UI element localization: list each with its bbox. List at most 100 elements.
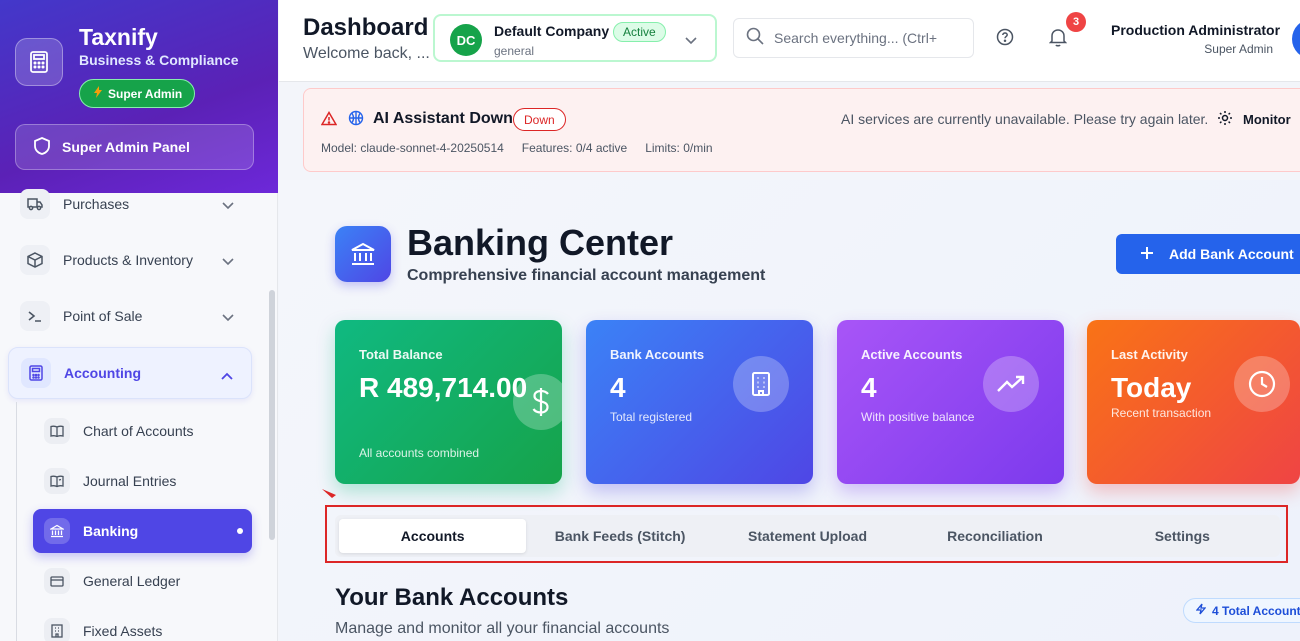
alert-meta: Model: claude-sonnet-4-20250514 Features…: [321, 141, 713, 155]
super-admin-panel-label: Super Admin Panel: [62, 139, 190, 155]
bell-icon[interactable]: [1048, 27, 1068, 52]
dollar-icon: [513, 374, 562, 430]
search-input[interactable]: [774, 30, 964, 46]
warning-icon: [320, 111, 338, 131]
section-title: Your Bank Accounts: [335, 584, 569, 611]
sub-item-label: General Ledger: [83, 573, 181, 589]
chevron-down-icon: [222, 253, 234, 269]
sub-item-label: Fixed Assets: [83, 623, 163, 639]
chevron-down-icon: [685, 32, 697, 50]
welcome-text: Welcome back, ...: [303, 45, 430, 62]
total-accounts-badge: 4 Total Accounts: [1183, 598, 1300, 623]
tab-accounts[interactable]: Accounts: [339, 519, 527, 553]
bolt-icon: [1195, 603, 1207, 618]
sidebar-item-journal-entries[interactable]: Journal Entries: [33, 460, 252, 502]
sidebar-item-label: Accounting: [64, 365, 141, 381]
alert-title: AI Assistant Down: [373, 110, 513, 127]
alert-limits: Limits: 0/min: [645, 141, 713, 155]
sidebar-item-fixed-assets[interactable]: Fixed Assets: [33, 610, 252, 641]
tab-reconciliation[interactable]: Reconciliation: [901, 519, 1088, 553]
user-name[interactable]: Production Administrator: [1111, 22, 1280, 38]
ledger-icon: [44, 568, 70, 594]
company-switcher[interactable]: DC Default Company Active general: [433, 14, 717, 62]
alert-model: Model: claude-sonnet-4-20250514: [321, 141, 504, 155]
banking-tabs: Accounts Bank Feeds (Stitch) Statement U…: [335, 515, 1280, 557]
trending-up-icon: [983, 356, 1039, 412]
sidebar-item-chart-of-accounts[interactable]: Chart of Accounts: [33, 410, 252, 452]
stat-card-total-balance: Total Balance R 489,714.00 All accounts …: [335, 320, 562, 484]
monitor-label: Monitor: [1243, 112, 1291, 127]
avatar[interactable]: [1292, 19, 1300, 59]
active-indicator: [237, 528, 243, 534]
shield-icon: [34, 136, 50, 158]
help-icon[interactable]: [996, 28, 1014, 51]
stat-value: 4: [610, 372, 626, 403]
sidebar-item-label: Purchases: [63, 196, 130, 212]
alert-features: Features: 0/4 active: [521, 141, 628, 155]
tab-statement-upload[interactable]: Statement Upload: [714, 519, 901, 553]
company-avatar: DC: [450, 24, 482, 56]
alert-message: AI services are currently unavailable. P…: [841, 111, 1209, 127]
building-icon: [44, 618, 70, 641]
sidebar-item-label: Products & Inventory: [63, 252, 193, 268]
monitor-button[interactable]: Monitor: [1217, 110, 1291, 129]
journal-icon: [44, 468, 70, 494]
stat-label: Bank Accounts: [610, 347, 705, 362]
brand-name: Taxnify: [79, 24, 158, 50]
submenu-rail: [16, 402, 17, 641]
chevron-down-icon: [222, 309, 234, 325]
brain-icon: [348, 110, 364, 131]
stat-value: Today: [1111, 372, 1192, 403]
banking-center-title: Banking Center: [407, 222, 674, 263]
sidebar-item-point-of-sale[interactable]: Point of Sale: [8, 296, 252, 336]
brand-header: Taxnify Business & Compliance Super Admi…: [0, 0, 278, 193]
banking-center-subtitle: Comprehensive financial account manageme…: [407, 267, 766, 284]
sidebar-item-purchases[interactable]: Purchases: [8, 184, 252, 224]
bank-icon: [44, 518, 70, 544]
sub-item-label: Chart of Accounts: [83, 423, 194, 439]
company-type: general: [494, 44, 535, 58]
ai-status-alert: AI Assistant Down Down Model: claude-son…: [303, 88, 1300, 172]
company-status-badge: Active: [613, 22, 666, 42]
stat-card-active-accounts: Active Accounts 4 With positive balance: [837, 320, 1064, 484]
add-bank-account-button[interactable]: Add Bank Account: [1116, 234, 1300, 274]
search-icon: [746, 27, 764, 50]
stat-label: Active Accounts: [861, 347, 963, 362]
notification-count-badge: 3: [1066, 12, 1086, 32]
sidebar-scrollbar[interactable]: [269, 290, 275, 540]
calculator-icon: [15, 38, 63, 86]
stat-sub: With positive balance: [861, 410, 975, 424]
plus-icon: [1141, 246, 1153, 262]
terminal-icon: [20, 301, 50, 331]
total-accounts-label: 4 Total Accounts: [1212, 603, 1300, 618]
sidebar-item-products-inventory[interactable]: Products & Inventory: [8, 240, 252, 280]
super-admin-pill: Super Admin: [79, 79, 196, 108]
building-icon: [733, 356, 789, 412]
stat-value: R 489,714.00: [359, 372, 528, 403]
user-role: Super Admin: [1204, 42, 1273, 56]
sidebar-item-banking[interactable]: Banking: [33, 509, 252, 553]
super-admin-label: Super Admin: [108, 86, 183, 101]
stat-sub: Recent transaction: [1111, 406, 1212, 420]
truck-icon: [20, 189, 50, 219]
sidebar-item-accounting[interactable]: Accounting: [8, 347, 252, 399]
sidebar: Taxnify Business & Compliance Super Admi…: [0, 0, 278, 641]
add-bank-account-label: Add Bank Account: [1169, 246, 1294, 262]
super-admin-panel-button[interactable]: Super Admin Panel: [15, 124, 254, 170]
section-subtitle: Manage and monitor all your financial ac…: [335, 620, 670, 637]
sidebar-item-general-ledger[interactable]: General Ledger: [33, 560, 252, 602]
page-title: Dashboard: [303, 14, 429, 41]
tab-settings[interactable]: Settings: [1089, 519, 1276, 553]
gear-icon: [1217, 110, 1233, 129]
stat-value: 4: [861, 372, 877, 403]
search-box[interactable]: [733, 18, 974, 58]
clock-icon: [1234, 356, 1290, 412]
book-icon: [44, 418, 70, 444]
sub-item-label: Banking: [83, 523, 139, 539]
sub-item-label: Journal Entries: [83, 473, 177, 489]
stat-sub: All accounts combined: [359, 446, 480, 460]
tab-bank-feeds[interactable]: Bank Feeds (Stitch): [526, 519, 713, 553]
company-name: Default Company: [494, 23, 610, 39]
brand-subtitle: Business & Compliance: [79, 52, 239, 68]
status-badge: Down: [513, 108, 566, 131]
